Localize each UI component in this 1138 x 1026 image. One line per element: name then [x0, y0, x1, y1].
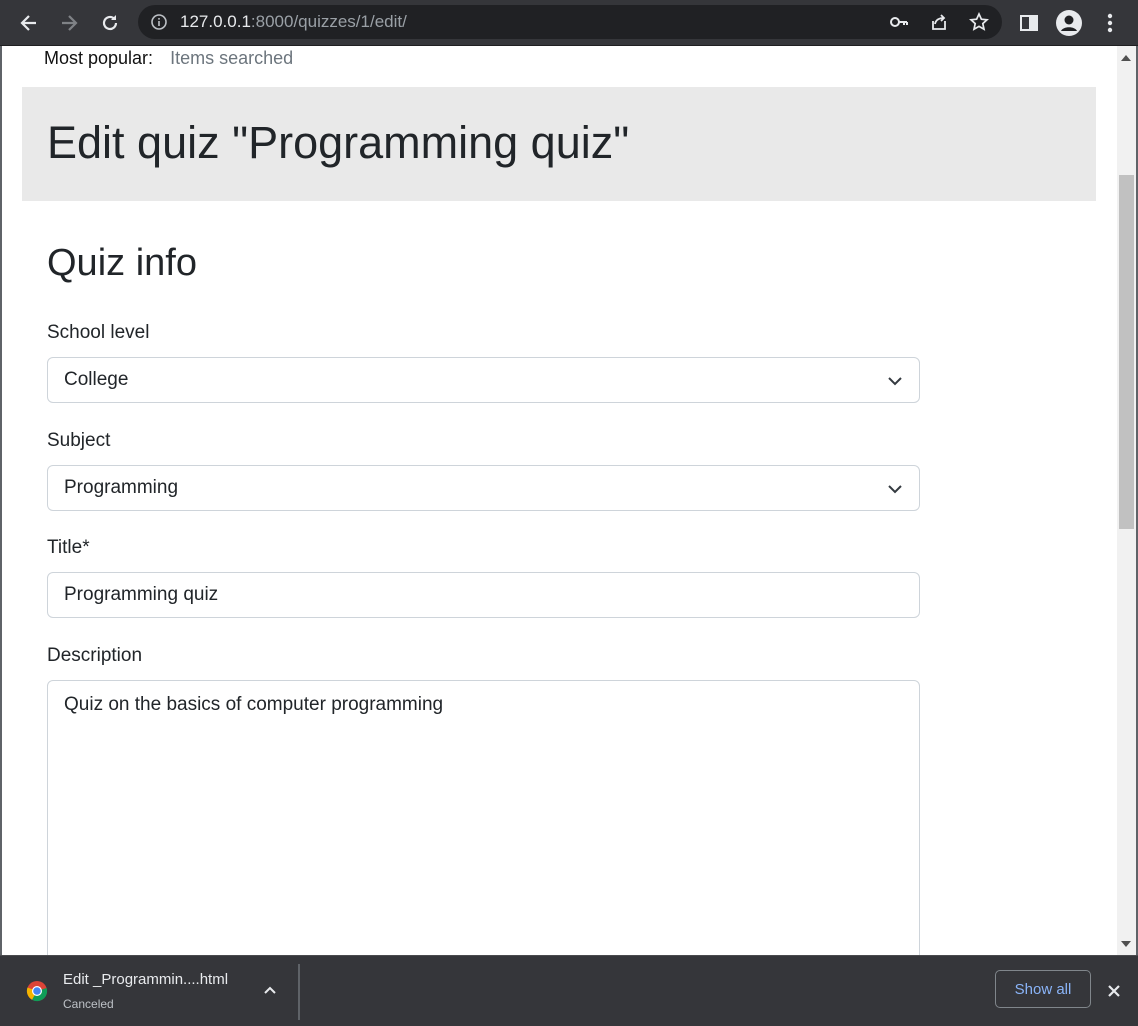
school-level-label: School level: [47, 322, 150, 343]
school-level-value: College: [64, 369, 129, 390]
info-icon[interactable]: [148, 11, 170, 33]
scroll-up-arrow-icon[interactable]: [1121, 55, 1131, 61]
subject-label: Subject: [47, 430, 111, 451]
address-bar[interactable]: 127.0.0.1:8000/quizzes/1/edit/: [138, 5, 1002, 39]
key-icon[interactable]: [888, 11, 910, 33]
page-viewport: Most popular: Items searched Edit quiz "…: [2, 46, 1117, 955]
download-separator: [298, 964, 300, 1020]
subject-select[interactable]: Programming: [47, 465, 920, 511]
chevron-up-icon[interactable]: [262, 982, 278, 998]
show-all-button[interactable]: Show all: [995, 970, 1091, 1008]
title-value: Programming quiz: [64, 584, 219, 605]
page-header: Edit quiz "Programming quiz": [22, 87, 1096, 201]
chevron-down-icon: [888, 485, 902, 494]
download-file-name[interactable]: Edit _Programmin....html: [63, 971, 228, 988]
title-input[interactable]: Programming quiz: [47, 572, 920, 618]
bookmark-star-icon[interactable]: [968, 11, 990, 33]
vertical-scrollbar[interactable]: [1117, 46, 1136, 955]
url-host: 127.0.0.1: [180, 12, 251, 31]
close-icon[interactable]: [1104, 981, 1124, 1001]
share-icon[interactable]: [928, 11, 950, 33]
reload-icon[interactable]: [96, 9, 124, 37]
scroll-down-arrow-icon[interactable]: [1121, 941, 1131, 947]
description-value: Quiz on the basics of computer programmi…: [64, 694, 444, 715]
chrome-logo-icon: [26, 981, 48, 1002]
browser-toolbar: 127.0.0.1:8000/quizzes/1/edit/: [0, 0, 1138, 46]
download-status: Canceled: [63, 997, 114, 1011]
most-popular-label: Most popular:: [44, 48, 154, 68]
scrollbar-thumb[interactable]: [1119, 175, 1134, 529]
description-textarea[interactable]: Quiz on the basics of computer programmi…: [47, 680, 920, 955]
url-path: :8000/quizzes/1/edit/: [250, 12, 407, 31]
subject-value: Programming: [64, 477, 179, 498]
download-bar: Edit _Programmin....html Canceled Show a…: [0, 955, 1138, 1026]
page-title: Edit quiz "Programming quiz": [47, 117, 630, 168]
url-text[interactable]: 127.0.0.1:8000/quizzes/1/edit/: [180, 12, 407, 32]
description-label: Description: [47, 645, 143, 666]
menu-kebab-icon[interactable]: [1096, 9, 1124, 37]
section-title: Quiz info: [47, 242, 197, 284]
forward-arrow-icon[interactable]: [55, 9, 83, 37]
chevron-down-icon: [888, 377, 902, 386]
most-popular-bar: Most popular: Items searched: [44, 47, 293, 69]
school-level-select[interactable]: College: [47, 357, 920, 403]
profile-avatar-icon[interactable]: [1055, 9, 1083, 37]
back-arrow-icon[interactable]: [15, 9, 43, 37]
most-popular-items[interactable]: Items searched: [170, 48, 293, 68]
side-panel-icon[interactable]: [1015, 9, 1043, 37]
title-label: Title*: [47, 537, 90, 558]
